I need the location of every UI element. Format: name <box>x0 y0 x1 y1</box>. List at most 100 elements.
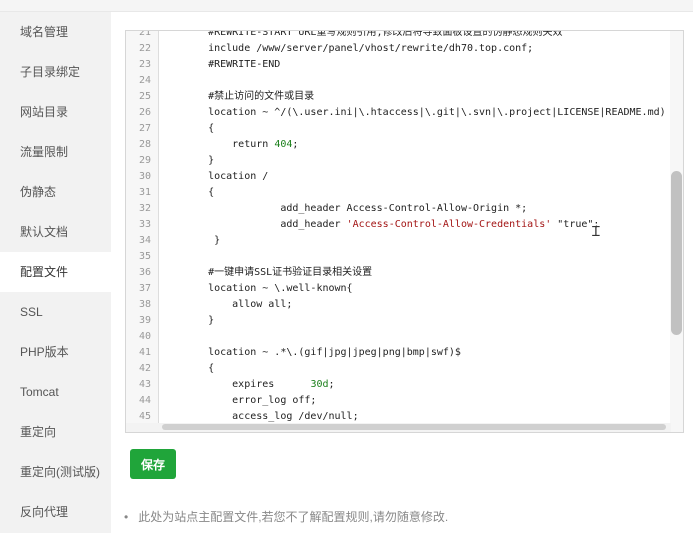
code-token: } <box>184 315 215 326</box>
code-line[interactable]: 35 <box>126 249 671 265</box>
code-line[interactable]: 41 location ~ .*\.(gif|jpg|jpeg|png|bmp|… <box>126 345 671 361</box>
code-line[interactable]: 27 { <box>126 121 671 137</box>
line-number: 38 <box>138 299 151 310</box>
sidebar-item[interactable]: 网站目录 <box>0 92 111 132</box>
line-number: 23 <box>138 59 151 70</box>
code-line[interactable]: 30 location / <box>126 169 671 185</box>
code-token: } <box>184 155 215 166</box>
code-token: #REWRITE-END <box>184 59 281 70</box>
sidebar-item[interactable]: 默认文档 <box>0 212 111 252</box>
sidebar-item[interactable]: 配置文件 <box>0 252 111 292</box>
code-text: { <box>184 361 214 377</box>
sidebar-item[interactable]: SSL <box>0 292 111 332</box>
code-text: expires 30d; <box>184 377 335 393</box>
code-text: { <box>184 121 214 137</box>
code-text: } <box>184 313 214 329</box>
line-number: 22 <box>138 43 151 54</box>
vertical-scrollbar[interactable] <box>670 31 683 432</box>
config-editor[interactable]: 21 #REWRITE-START URL重写规则引用,修改后将导致面板设置的伪… <box>125 30 684 433</box>
code-token: error_log off; <box>184 395 317 406</box>
sidebar-item[interactable]: 重定向(测试版) <box>0 452 111 492</box>
line-number: 43 <box>138 379 151 390</box>
code-line[interactable]: 23 #REWRITE-END <box>126 57 671 73</box>
code-line[interactable]: 29 } <box>126 153 671 169</box>
code-token: 30d <box>310 379 329 390</box>
code-token: return <box>184 139 275 150</box>
code-line[interactable]: 28 return 404; <box>126 137 671 153</box>
code-token: 404 <box>274 139 293 150</box>
note-bullet: • <box>124 510 129 524</box>
code-line[interactable]: 33 add_header 'Access-Control-Allow-Cred… <box>126 217 671 233</box>
code-token: { <box>184 187 215 198</box>
code-text: include /www/server/panel/vhost/rewrite/… <box>184 41 533 57</box>
code-token: location ~ ^/(\.user.ini|\.htaccess|\.gi… <box>184 107 666 118</box>
code-token: { <box>184 363 215 374</box>
code-token: location / <box>184 171 269 182</box>
code-token: } <box>184 235 221 246</box>
line-number: 26 <box>138 107 151 118</box>
line-number: 35 <box>138 251 151 262</box>
code-lines[interactable]: 21 #REWRITE-START URL重写规则引用,修改后将导致面板设置的伪… <box>126 31 671 425</box>
code-text: add_header Access-Control-Allow-Origin *… <box>184 201 527 217</box>
code-text: } <box>184 153 214 169</box>
line-number: 44 <box>138 395 151 406</box>
line-number: 24 <box>138 75 151 86</box>
sidebar-item[interactable]: 流量限制 <box>0 132 111 172</box>
code-text: location ~ ^/(\.user.ini|\.htaccess|\.gi… <box>184 105 666 121</box>
code-token: ; <box>292 139 299 150</box>
code-line[interactable]: 43 expires 30d; <box>126 377 671 393</box>
sidebar-item[interactable]: 反向代理 <box>0 492 111 532</box>
code-line[interactable]: 36 #一键申请SSL证书验证目录相关设置 <box>126 265 671 281</box>
code-token: expires <box>184 379 311 390</box>
vertical-scrollbar-thumb[interactable] <box>671 171 682 335</box>
line-number: 42 <box>138 363 151 374</box>
code-token: allow all; <box>184 299 293 310</box>
line-number: 39 <box>138 315 151 326</box>
note-text: 此处为站点主配置文件,若您不了解配置规则,请勿随意修改. <box>138 510 449 524</box>
save-button[interactable]: 保存 <box>130 449 176 479</box>
code-token: 'Access-Control-Allow-Credentials' <box>346 219 552 230</box>
code-line[interactable]: 42 { <box>126 361 671 377</box>
horizontal-scrollbar[interactable] <box>126 423 671 432</box>
code-text: location ~ .*\.(gif|jpg|jpeg|png|bmp|swf… <box>184 345 461 361</box>
code-text: { <box>184 185 214 201</box>
code-line[interactable]: 40 <box>126 329 671 345</box>
code-token: #禁止访问的文件或目录 <box>184 91 315 102</box>
line-number: 41 <box>138 347 151 358</box>
code-line[interactable]: 38 allow all; <box>126 297 671 313</box>
code-line[interactable]: 21 #REWRITE-START URL重写规则引用,修改后将导致面板设置的伪… <box>126 31 671 41</box>
line-number: 32 <box>138 203 151 214</box>
code-line[interactable]: 44 error_log off; <box>126 393 671 409</box>
code-line[interactable]: 26 location ~ ^/(\.user.ini|\.htaccess|\… <box>126 105 671 121</box>
line-number: 40 <box>138 331 151 342</box>
line-number: 25 <box>138 91 151 102</box>
code-text: } <box>184 233 220 249</box>
code-line[interactable]: 37 location ~ \.well-known{ <box>126 281 671 297</box>
code-line[interactable]: 31 { <box>126 185 671 201</box>
code-line[interactable]: 24 <box>126 73 671 89</box>
code-line[interactable]: 22 include /www/server/panel/vhost/rewri… <box>126 41 671 57</box>
code-token: ; <box>328 379 335 390</box>
sidebar-item[interactable]: 伪静态 <box>0 172 111 212</box>
line-number: 30 <box>138 171 151 182</box>
code-line[interactable]: 34 } <box>126 233 671 249</box>
line-number: 36 <box>138 267 151 278</box>
line-number: 28 <box>138 139 151 150</box>
code-text: error_log off; <box>184 393 316 409</box>
code-token: add_header Access-Control-Allow-Origin *… <box>184 203 528 214</box>
sidebar-item[interactable]: PHP版本 <box>0 332 111 372</box>
horizontal-scrollbar-thumb[interactable] <box>162 424 666 430</box>
code-text: #REWRITE-END <box>184 57 280 73</box>
code-line[interactable]: 39 } <box>126 313 671 329</box>
code-token: include /www/server/panel/vhost/rewrite/… <box>184 43 534 54</box>
line-number: 33 <box>138 219 151 230</box>
code-text: add_header 'Access-Control-Allow-Credent… <box>184 217 599 233</box>
line-number: 37 <box>138 283 151 294</box>
code-text: #禁止访问的文件或目录 <box>184 89 314 105</box>
sidebar-item[interactable]: 重定向 <box>0 412 111 452</box>
sidebar-item[interactable]: Tomcat <box>0 372 111 412</box>
sidebar-item[interactable]: 域名管理 <box>0 12 111 52</box>
sidebar-item[interactable]: 子目录绑定 <box>0 52 111 92</box>
code-line[interactable]: 32 add_header Access-Control-Allow-Origi… <box>126 201 671 217</box>
code-line[interactable]: 25 #禁止访问的文件或目录 <box>126 89 671 105</box>
